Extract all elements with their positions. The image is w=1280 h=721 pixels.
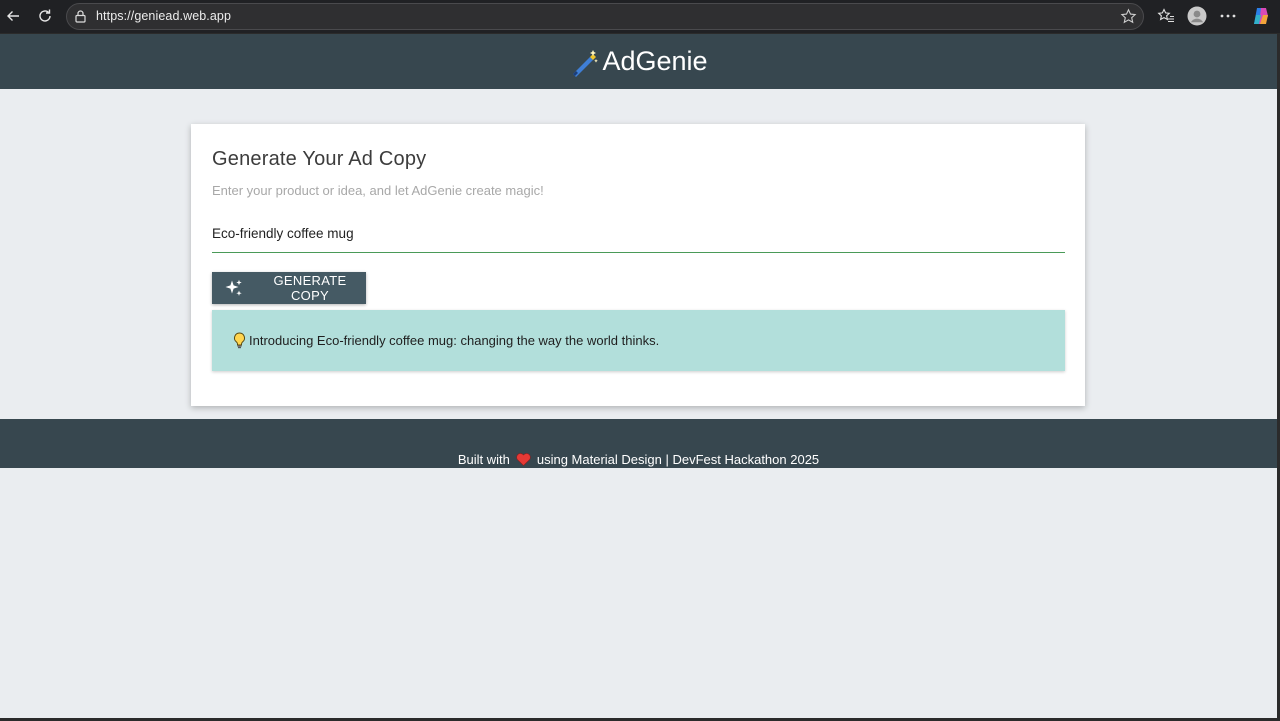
generate-copy-button[interactable]: GENERATE COPY: [212, 272, 366, 304]
footer-prefix: Built with: [457, 452, 510, 467]
footer-suffix: using Material Design | DevFest Hackatho…: [536, 452, 820, 467]
heart-icon: [516, 453, 531, 466]
app-header: AdGenie: [0, 34, 1277, 89]
lock-icon[interactable]: [75, 10, 86, 28]
profile-avatar-icon[interactable]: [1186, 5, 1208, 27]
product-input[interactable]: [212, 216, 1065, 250]
lightbulb-icon: [233, 332, 246, 349]
card-title: Generate Your Ad Copy: [212, 148, 427, 170]
more-options-icon[interactable]: [1217, 5, 1239, 27]
favorites-icon[interactable]: [1155, 5, 1177, 27]
result-box: Introducing Eco-friendly coffee mug: cha…: [212, 310, 1065, 371]
address-bar[interactable]: https://geniead.web.app: [66, 3, 1144, 30]
sparkle-icon: [225, 279, 243, 297]
result-text: Introducing Eco-friendly coffee mug: cha…: [249, 333, 660, 348]
back-icon[interactable]: [2, 5, 24, 27]
app-footer: Built with using Material Design | DevFe…: [0, 419, 1277, 468]
browser-toolbar: https://geniead.web.app: [0, 0, 1280, 33]
generate-copy-label: GENERATE COPY: [273, 273, 347, 303]
card-subtitle: Enter your product or idea, and let AdGe…: [212, 183, 544, 198]
brand-title: AdGenie: [602, 46, 708, 76]
product-input-container: [212, 216, 1065, 253]
favorite-star-icon[interactable]: [1120, 8, 1137, 30]
magic-wand-icon: [569, 47, 599, 77]
page-viewport: AdGenie Generate Your Ad Copy Enter your…: [0, 34, 1277, 718]
refresh-icon[interactable]: [34, 5, 56, 27]
copilot-icon[interactable]: [1250, 5, 1272, 27]
brand: AdGenie: [569, 46, 708, 77]
footer-text: Built with using Material Design | DevFe…: [0, 452, 1277, 467]
generator-card: Generate Your Ad Copy Enter your product…: [191, 124, 1085, 406]
url-text[interactable]: https://geniead.web.app: [96, 9, 231, 23]
